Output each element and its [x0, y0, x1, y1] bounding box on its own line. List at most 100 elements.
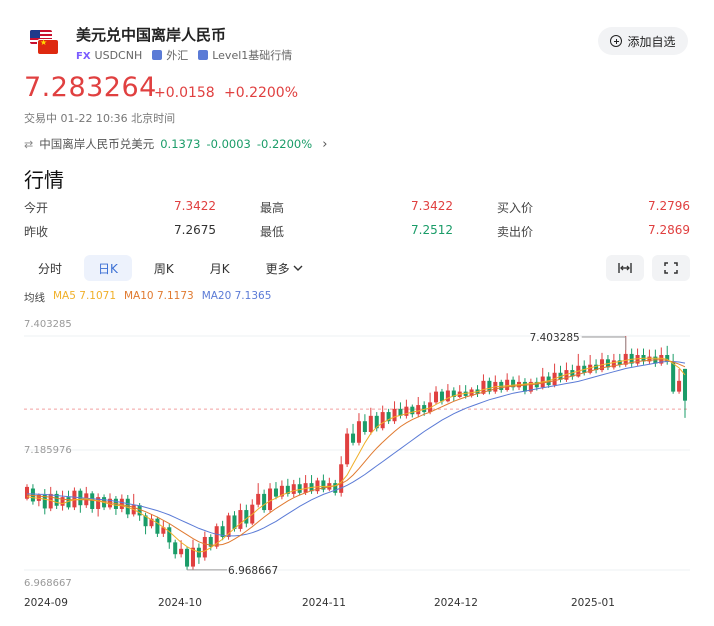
ma10-value: MA10 7.1173	[124, 290, 194, 302]
min-price-label: 6.968667	[228, 565, 278, 577]
symbol-code: USDCNH	[94, 48, 143, 62]
candle-body	[522, 381, 527, 392]
max-price-label: 7.403285	[530, 332, 580, 344]
ma-lines	[26, 357, 686, 553]
stats-row: 今开 7.3422 最高 7.3422 买入价 7.2796	[24, 199, 690, 223]
ma5-line	[26, 357, 686, 553]
data-level: Level1基础行情	[212, 49, 293, 62]
chevron-right-icon: ›	[322, 136, 328, 152]
tab-intraday[interactable]: 分时	[24, 255, 76, 281]
candles	[24, 336, 688, 570]
swap-arrows-icon: ⇄	[24, 137, 34, 151]
add-to-watchlist-button[interactable]: 添加自选	[598, 27, 688, 55]
ma-legend-label: 均线	[24, 292, 45, 304]
ask-label: 卖出价	[497, 225, 534, 239]
candle-body	[167, 527, 172, 543]
related-pair-change-percent: -0.2200%	[256, 137, 313, 151]
x-tick-label: 2025-01	[571, 597, 615, 609]
related-pair-name: 中国离岸人民币兑美元	[39, 137, 155, 151]
y-tick-label: 7.403285	[24, 319, 72, 330]
candle-body	[671, 361, 676, 392]
bid-value: 7.2796	[648, 199, 690, 213]
prev-close-value: 7.2675	[174, 223, 216, 237]
last-price: 7.283264	[24, 72, 157, 103]
candle-body	[60, 497, 65, 506]
candle-body	[345, 433, 350, 465]
price-change: +0.0158	[154, 85, 215, 101]
low-value: 7.2512	[411, 223, 453, 237]
candle-body	[392, 408, 397, 422]
candle-body	[173, 542, 178, 555]
candle-body	[291, 484, 296, 494]
instrument-title: 美元兑中国离岸人民币	[76, 26, 227, 44]
candle-body	[351, 433, 356, 443]
candle-body	[185, 548, 190, 567]
fullscreen-button[interactable]	[652, 255, 690, 281]
tab-daily-k[interactable]: 日K	[84, 255, 132, 281]
candle-body	[505, 379, 510, 390]
more-label: 更多	[265, 261, 290, 276]
related-pair-link[interactable]: ⇄ 中国离岸人民币兑美元 0.1373 -0.0003 -0.2200% ›	[24, 136, 327, 152]
fx-badge: FX	[76, 50, 91, 62]
candle-body	[262, 493, 267, 511]
level-icon	[198, 50, 209, 60]
annotations: 7.403285 6.968667	[187, 332, 627, 577]
ma10-line	[26, 359, 686, 546]
candle-body	[445, 390, 450, 402]
related-pair-price: 0.1373	[160, 137, 201, 151]
x-tick-label: 2024-10	[158, 597, 202, 609]
market-icon	[152, 50, 163, 60]
ask-value: 7.2869	[648, 223, 690, 237]
low-label: 最低	[260, 225, 285, 239]
candle-body	[439, 391, 444, 402]
candle-body	[297, 484, 302, 493]
candle-body	[416, 405, 421, 415]
x-tick-label: 2024-09	[24, 597, 68, 609]
candle-body	[368, 415, 373, 432]
price-change-percent: +0.2200%	[224, 85, 299, 101]
candle-body	[268, 488, 273, 511]
ma20-value: MA20 7.1365	[201, 290, 272, 302]
fit-width-button[interactable]	[606, 255, 644, 281]
stats-row: 昨收 7.2675 最低 7.2512 卖出价 7.2869	[24, 223, 690, 247]
usd-cnh-flag-icon	[30, 30, 60, 54]
plus-circle-icon	[610, 35, 623, 47]
candle-body	[155, 518, 160, 534]
tab-monthly-k[interactable]: 月K	[196, 255, 244, 281]
prev-close-label: 昨收	[24, 225, 49, 239]
ma-legend: 均线 MA5 7.1071 MA10 7.1173 MA20 7.1365	[24, 290, 271, 305]
instrument-subline: FX USDCNH 外汇 Level1基础行情	[76, 47, 292, 63]
market-type: 外汇	[166, 49, 189, 62]
candle-body	[410, 406, 415, 415]
trading-status: 交易中 01-22 10:36 北京时间	[24, 112, 176, 125]
candle-body	[244, 510, 249, 524]
candle-body	[356, 421, 361, 443]
bid-label: 买入价	[497, 201, 534, 215]
candlestick-chart[interactable]: 7.403285 7.185976 6.968667 7.403285 6.96…	[0, 310, 714, 626]
candle-body	[119, 498, 124, 509]
chart-period-tabs: 分时 日K 周K 月K 更多	[24, 255, 317, 283]
x-tick-label: 2024-12	[434, 597, 478, 609]
section-title: 行情	[24, 168, 64, 192]
x-tick-label: 2024-11	[302, 597, 346, 609]
related-pair-change: -0.0003	[206, 137, 251, 151]
open-value: 7.3422	[174, 199, 216, 213]
add-to-watchlist-label: 添加自选	[627, 34, 676, 49]
fullscreen-icon	[664, 262, 678, 274]
open-label: 今开	[24, 201, 49, 215]
candle-body	[238, 510, 243, 529]
candle-body	[72, 490, 77, 508]
candle-body	[434, 391, 439, 403]
candle-body	[179, 548, 184, 555]
tab-more[interactable]: 更多	[252, 255, 317, 281]
quote-stats: 今开 7.3422 最高 7.3422 买入价 7.2796 昨收 7.2675…	[24, 199, 690, 247]
candle-body	[362, 421, 367, 432]
tab-weekly-k[interactable]: 周K	[140, 255, 188, 281]
candle-body	[90, 493, 95, 509]
candle-body	[273, 488, 278, 497]
ma5-value: MA5 7.1071	[53, 290, 116, 302]
high-value: 7.3422	[411, 199, 453, 213]
candle-body	[256, 493, 261, 505]
ma20-line	[27, 361, 686, 537]
high-label: 最高	[260, 201, 285, 215]
